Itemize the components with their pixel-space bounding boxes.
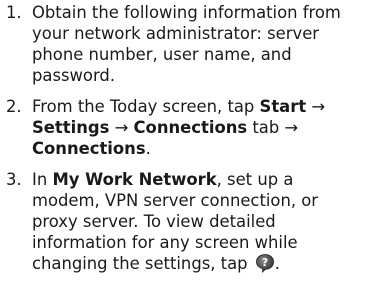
tab-word: tab → bbox=[247, 118, 299, 137]
start-menu-label: Start bbox=[259, 97, 307, 116]
step-text: Obtain the following information from yo… bbox=[32, 3, 341, 85]
connections-label: Connections bbox=[32, 139, 146, 158]
steps-list: 1. Obtain the following information from… bbox=[6, 2, 366, 274]
step-text-end: . bbox=[145, 139, 151, 158]
step-number: 2. bbox=[6, 97, 22, 116]
arrow-separator: → bbox=[306, 97, 326, 116]
connections-tab-label: Connections bbox=[133, 118, 248, 137]
step-number: 1. bbox=[6, 3, 22, 22]
step-3: 3. In My Work Network, set up a modem, V… bbox=[6, 169, 366, 274]
help-icon: ? bbox=[255, 253, 275, 274]
step-2: 2. From the Today screen, tap Start → Se… bbox=[6, 96, 366, 159]
step-text-prefix: From the Today screen, tap bbox=[32, 97, 260, 116]
settings-label: Settings bbox=[32, 118, 110, 137]
arrow-separator: → bbox=[109, 118, 134, 137]
svg-text:?: ? bbox=[262, 256, 268, 269]
step-text-prefix: In bbox=[32, 170, 53, 189]
my-work-network-label: My Work Network bbox=[52, 170, 217, 189]
instructions-page: 1. Obtain the following information from… bbox=[0, 2, 372, 283]
step-1: 1. Obtain the following information from… bbox=[6, 2, 366, 86]
step-text-end: . bbox=[274, 254, 280, 273]
step-number: 3. bbox=[6, 170, 22, 189]
